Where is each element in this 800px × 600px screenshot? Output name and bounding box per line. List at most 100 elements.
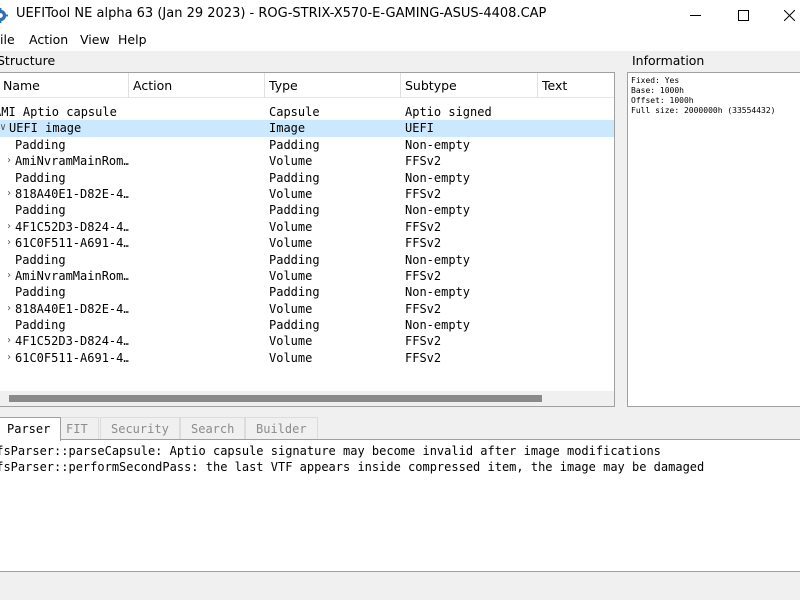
tree-rows: AMI Aptio capsule Capsule Aptio signed ∨ UEF… xyxy=(0,104,614,366)
row-subtype: Non-empty xyxy=(405,137,471,152)
row-type: Volume xyxy=(269,219,313,234)
row-subtype: FFSv2 xyxy=(405,236,442,251)
row-name: 818A40E1-D82E-4… xyxy=(15,301,129,316)
tree-row[interactable]: › 61C0F511-A691-4… Volume FFSv2 xyxy=(0,350,614,366)
info-full-size: Full size: 2000000h (33554432) xyxy=(631,106,776,115)
row-subtype: FFSv2 xyxy=(405,219,442,234)
menu-file[interactable]: ile xyxy=(0,32,15,47)
row-subtype: FFSv2 xyxy=(405,350,442,365)
tab-search[interactable]: Search xyxy=(180,417,246,440)
row-type: Volume xyxy=(269,334,313,349)
row-type: Padding xyxy=(269,252,320,267)
tree-row[interactable]: Padding Padding Non-empty xyxy=(0,317,614,333)
close-icon xyxy=(783,10,795,21)
row-subtype: FFSv2 xyxy=(405,186,442,201)
row-subtype: Non-empty xyxy=(405,252,471,267)
info-fixed: Fixed: Yes xyxy=(631,76,680,85)
row-subtype: FFSv2 xyxy=(405,268,442,283)
row-type: Volume xyxy=(269,350,313,365)
message-tabs: Parser FIT Security Search Builder xyxy=(0,417,800,441)
status-bar xyxy=(0,572,800,600)
row-name: Padding xyxy=(15,252,66,267)
tree-row[interactable]: › 4F1C52D3-D824-4… Volume FFSv2 xyxy=(0,333,614,349)
minimize-button[interactable] xyxy=(672,0,718,31)
horizontal-scrollbar[interactable] xyxy=(0,391,614,406)
chevron-right-icon[interactable]: › xyxy=(4,186,14,202)
tree-row[interactable]: Padding Padding Non-empty xyxy=(0,284,614,300)
tab-parser[interactable]: Parser xyxy=(0,417,62,441)
tree-row[interactable]: ∨ UEFI image Image UEFI xyxy=(0,120,614,137)
tree-row[interactable]: › AmiNvramMainRom… Volume FFSv2 xyxy=(0,153,614,169)
chevron-right-icon[interactable]: › xyxy=(4,268,14,284)
maximize-icon xyxy=(737,10,749,21)
row-name: 4F1C52D3-D824-4… xyxy=(15,334,129,349)
row-type: Image xyxy=(269,121,306,136)
chevron-right-icon[interactable]: › xyxy=(4,333,14,349)
tree-row[interactable]: › 4F1C52D3-D824-4… Volume FFSv2 xyxy=(0,219,614,235)
maximize-button[interactable] xyxy=(720,0,766,31)
tree-row[interactable]: AMI Aptio capsule Capsule Aptio signed xyxy=(0,104,614,120)
tree-row[interactable]: › 61C0F511-A691-4… Volume FFSv2 xyxy=(0,235,614,251)
row-type: Padding xyxy=(269,318,320,333)
tree-row[interactable]: Padding Padding Non-empty xyxy=(0,202,614,218)
chevron-right-icon[interactable]: › xyxy=(4,219,14,235)
chevron-right-icon[interactable]: › xyxy=(4,235,14,251)
chevron-right-icon[interactable]: › xyxy=(4,350,14,366)
row-subtype: Non-empty xyxy=(405,170,471,185)
row-type: Capsule xyxy=(269,105,320,119)
row-type: Volume xyxy=(269,236,313,251)
scrollbar-thumb[interactable] xyxy=(9,395,542,402)
row-name: AMI Aptio capsule xyxy=(0,105,117,119)
row-subtype: FFSv2 xyxy=(405,334,442,349)
menu-view[interactable]: View xyxy=(80,32,110,47)
column-header-text[interactable]: Text xyxy=(538,73,614,98)
row-type: Volume xyxy=(269,268,313,283)
row-subtype: FFSv2 xyxy=(405,301,442,316)
row-name: UEFI image xyxy=(9,121,82,136)
row-name: Padding xyxy=(15,170,66,185)
log-line: FfsParser::parseCapsule: Aptio capsule s… xyxy=(0,444,661,458)
info-offset: Offset: 1000h xyxy=(631,96,694,105)
information-panel[interactable]: Fixed: Yes Base: 1000h Offset: 1000h Ful… xyxy=(627,72,800,407)
tree-row[interactable]: › AmiNvramMainRom… Volume FFSv2 xyxy=(0,268,614,284)
tree-header: Name Action Type Subtype Text xyxy=(0,73,614,98)
tree-row[interactable]: › 818A40E1-D82E-4… Volume FFSv2 xyxy=(0,301,614,317)
close-button[interactable] xyxy=(766,0,800,31)
structure-tree[interactable]: Name Action Type Subtype Text AMI Aptio … xyxy=(0,72,615,407)
column-header-action[interactable]: Action xyxy=(129,73,265,98)
row-type: Padding xyxy=(269,170,320,185)
app-gear-icon xyxy=(0,8,8,23)
info-base: Base: 1000h xyxy=(631,86,684,95)
row-subtype: Non-empty xyxy=(405,203,471,218)
row-type: Volume xyxy=(269,186,313,201)
parser-log[interactable]: FfsParser::parseCapsule: Aptio capsule s… xyxy=(0,439,800,572)
row-name: 4F1C52D3-D824-4… xyxy=(15,219,129,234)
row-name: AmiNvramMainRom… xyxy=(15,154,129,169)
tree-row[interactable]: Padding Padding Non-empty xyxy=(0,170,614,186)
tab-fit[interactable]: FIT xyxy=(55,417,99,440)
menu-action[interactable]: Action xyxy=(29,32,68,47)
chevron-right-icon[interactable]: › xyxy=(4,153,14,169)
column-header-subtype[interactable]: Subtype xyxy=(401,73,538,98)
chevron-right-icon[interactable]: › xyxy=(4,301,14,317)
row-subtype: Non-empty xyxy=(405,285,471,300)
row-type: Padding xyxy=(269,137,320,152)
column-header-name[interactable]: Name xyxy=(0,73,129,98)
tree-row[interactable]: Padding Padding Non-empty xyxy=(0,137,614,153)
tree-row[interactable]: › 818A40E1-D82E-4… Volume FFSv2 xyxy=(0,186,614,202)
row-name: Padding xyxy=(15,137,66,152)
chevron-down-icon[interactable]: ∨ xyxy=(0,120,8,136)
menu-help[interactable]: Help xyxy=(118,32,147,47)
window-title: UEFITool NE alpha 63 (Jan 29 2023) - ROG… xyxy=(16,6,547,21)
minimize-icon xyxy=(689,15,701,16)
tab-builder[interactable]: Builder xyxy=(245,417,318,440)
row-subtype: FFSv2 xyxy=(405,154,442,169)
row-type: Padding xyxy=(269,203,320,218)
row-name: Padding xyxy=(15,285,66,300)
row-name: 818A40E1-D82E-4… xyxy=(15,186,129,201)
row-name: Padding xyxy=(15,203,66,218)
title-bar[interactable]: UEFITool NE alpha 63 (Jan 29 2023) - ROG… xyxy=(0,0,800,31)
column-header-type[interactable]: Type xyxy=(265,73,401,98)
tree-row[interactable]: Padding Padding Non-empty xyxy=(0,252,614,268)
tab-security[interactable]: Security xyxy=(100,417,180,440)
